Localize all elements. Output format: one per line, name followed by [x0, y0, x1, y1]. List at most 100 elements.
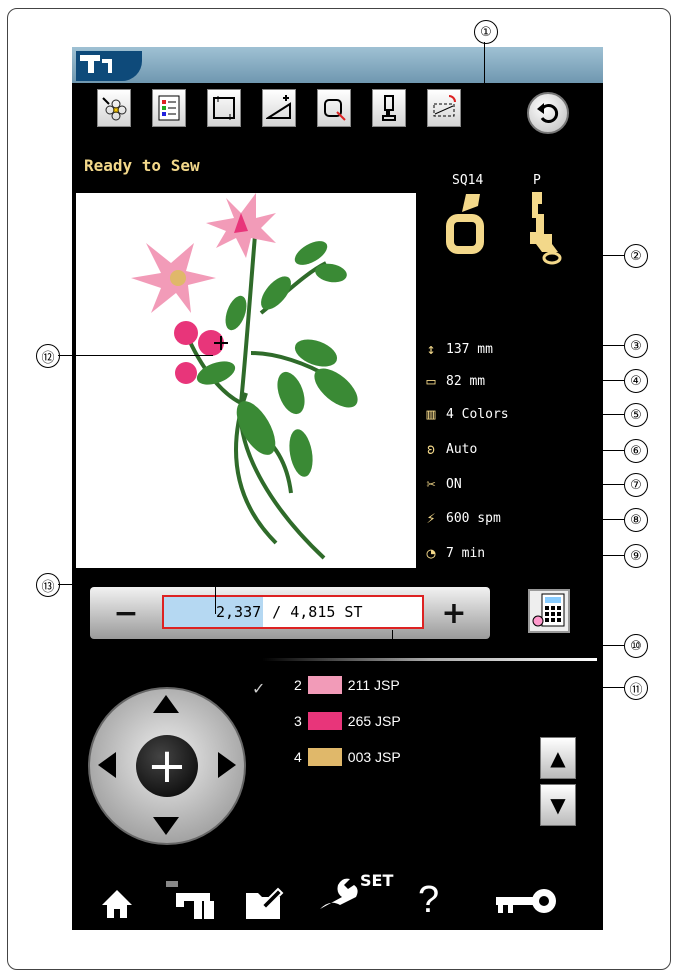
help-button[interactable]: ?	[418, 879, 439, 922]
spool-icon: ▥	[426, 405, 436, 423]
folder-icon	[246, 887, 284, 919]
height-value: 137 mm	[446, 341, 493, 357]
machine-logo-icon	[76, 51, 142, 81]
callout-4: ④	[624, 369, 648, 393]
scroll-up-button[interactable]: ▲	[540, 737, 576, 779]
jog-right-icon[interactable]	[218, 752, 236, 778]
callout-line	[530, 380, 624, 381]
settings-label: SET	[360, 871, 394, 890]
thread-index: 2	[294, 677, 302, 693]
presser-foot-icon	[382, 95, 396, 121]
colors-value: 4 Colors	[446, 406, 509, 422]
clock-icon: ◔	[426, 544, 436, 562]
machine-mode-button[interactable]	[162, 879, 222, 923]
thread-tension-icon: ʚ	[426, 440, 436, 458]
callout-line	[546, 519, 624, 520]
settings-button[interactable]: SET	[316, 871, 393, 921]
hoop-icon	[446, 194, 484, 254]
jog-left-icon[interactable]	[98, 752, 116, 778]
speed-value: 600 spm	[446, 510, 501, 526]
center-hoop-button[interactable]: +	[136, 735, 198, 797]
callout-2: ②	[624, 244, 648, 268]
scroll-down-button[interactable]: ▼	[540, 784, 576, 826]
sewing-machine-icon	[166, 881, 214, 919]
callout-line	[215, 584, 216, 614]
scissors-icon: ✂	[426, 475, 436, 493]
trace-button[interactable]	[207, 89, 241, 127]
title-bar	[72, 47, 603, 83]
dashed-frame-icon	[433, 95, 456, 117]
foot-name: P	[533, 173, 541, 188]
color-list-button[interactable]	[152, 89, 186, 127]
presser-foot-p-icon	[530, 192, 562, 265]
callout-line	[573, 255, 624, 256]
jog-up-icon[interactable]	[153, 695, 179, 713]
file-button[interactable]	[242, 883, 286, 923]
back-button[interactable]	[527, 92, 569, 134]
thread-row[interactable]: 3 265 JSP	[294, 711, 401, 731]
thread-code: 211 JSP	[347, 677, 400, 693]
home-button[interactable]	[100, 887, 134, 921]
total-stitch: / 4,815 ST	[263, 603, 363, 621]
callout-7: ⑦	[624, 473, 648, 497]
hoop-icon	[324, 99, 346, 121]
separator	[262, 658, 597, 661]
flower-design-illustration	[131, 193, 358, 560]
stitch-stepper: − 2,337 / 4,815 ST +	[90, 587, 490, 639]
callout-1: ①	[474, 20, 498, 44]
bottom-bar: SET ?	[72, 867, 603, 930]
time-value: 7 min	[446, 545, 486, 561]
trace-frame-icon	[213, 96, 235, 120]
back-arrow-icon	[537, 103, 559, 123]
pattern-select-button[interactable]	[97, 89, 131, 127]
design-rotate-button[interactable]	[427, 89, 461, 127]
info-height: ↕ 137 mm	[422, 340, 493, 358]
thread-index: 4	[294, 749, 302, 765]
callout-13: ⑬	[36, 573, 60, 597]
machine-screen: Ready to Sew SQ14 P ↕ 137 mm ▭ 82 mm ▥ 4…	[72, 47, 603, 930]
callout-5: ⑤	[624, 403, 648, 427]
callout-line	[440, 687, 624, 688]
callout-line	[540, 555, 624, 556]
callout-3: ③	[624, 334, 648, 358]
current-color-check-icon: ✓	[252, 679, 266, 698]
key-icon	[496, 889, 556, 913]
thread-row[interactable]: 4 003 JSP	[294, 747, 401, 767]
tension-value: Auto	[446, 441, 478, 457]
stitch-plus-button[interactable]: +	[424, 591, 484, 635]
thread-row[interactable]: 2 211 JSP	[294, 675, 400, 695]
jog-dpad[interactable]: +	[88, 687, 246, 845]
slope-plus-icon	[266, 95, 291, 119]
design-preview	[76, 193, 416, 568]
callout-10: ⑩	[624, 634, 648, 658]
callout-line	[392, 645, 624, 646]
numeric-keypad-button[interactable]	[528, 589, 570, 633]
tension-adjust-button[interactable]	[262, 89, 296, 127]
flower-icon	[102, 97, 127, 121]
status-text: Ready to Sew	[84, 156, 200, 175]
stitch-minus-button[interactable]: −	[96, 591, 156, 635]
lock-button[interactable]	[492, 887, 562, 917]
info-trim: ✂ ON	[422, 475, 461, 493]
info-colors: ▥ 4 Colors	[422, 405, 509, 423]
jog-down-icon[interactable]	[153, 817, 179, 835]
callout-9: ⑨	[624, 544, 648, 568]
thread-swatch	[307, 712, 342, 730]
thread-index: 3	[294, 713, 302, 729]
callout-line	[58, 355, 213, 356]
callout-line	[58, 584, 215, 585]
keypad-icon	[532, 593, 565, 627]
current-stitch: 2,337	[164, 597, 264, 627]
callout-line	[484, 42, 485, 170]
info-width: ▭ 82 mm	[422, 372, 485, 390]
callout-line	[562, 414, 624, 415]
runner-icon: ⚡	[426, 509, 436, 527]
callout-8: ⑧	[624, 508, 648, 532]
hoop-position-button[interactable]	[317, 89, 351, 127]
stitch-counter-field[interactable]: 2,337 / 4,815 ST	[162, 595, 424, 629]
callout-line	[540, 345, 624, 346]
callout-11: ⑪	[624, 676, 648, 700]
width-icon: ▭	[426, 372, 436, 390]
presser-foot-button[interactable]	[372, 89, 406, 127]
thread-code: 265 JSP	[347, 713, 401, 729]
